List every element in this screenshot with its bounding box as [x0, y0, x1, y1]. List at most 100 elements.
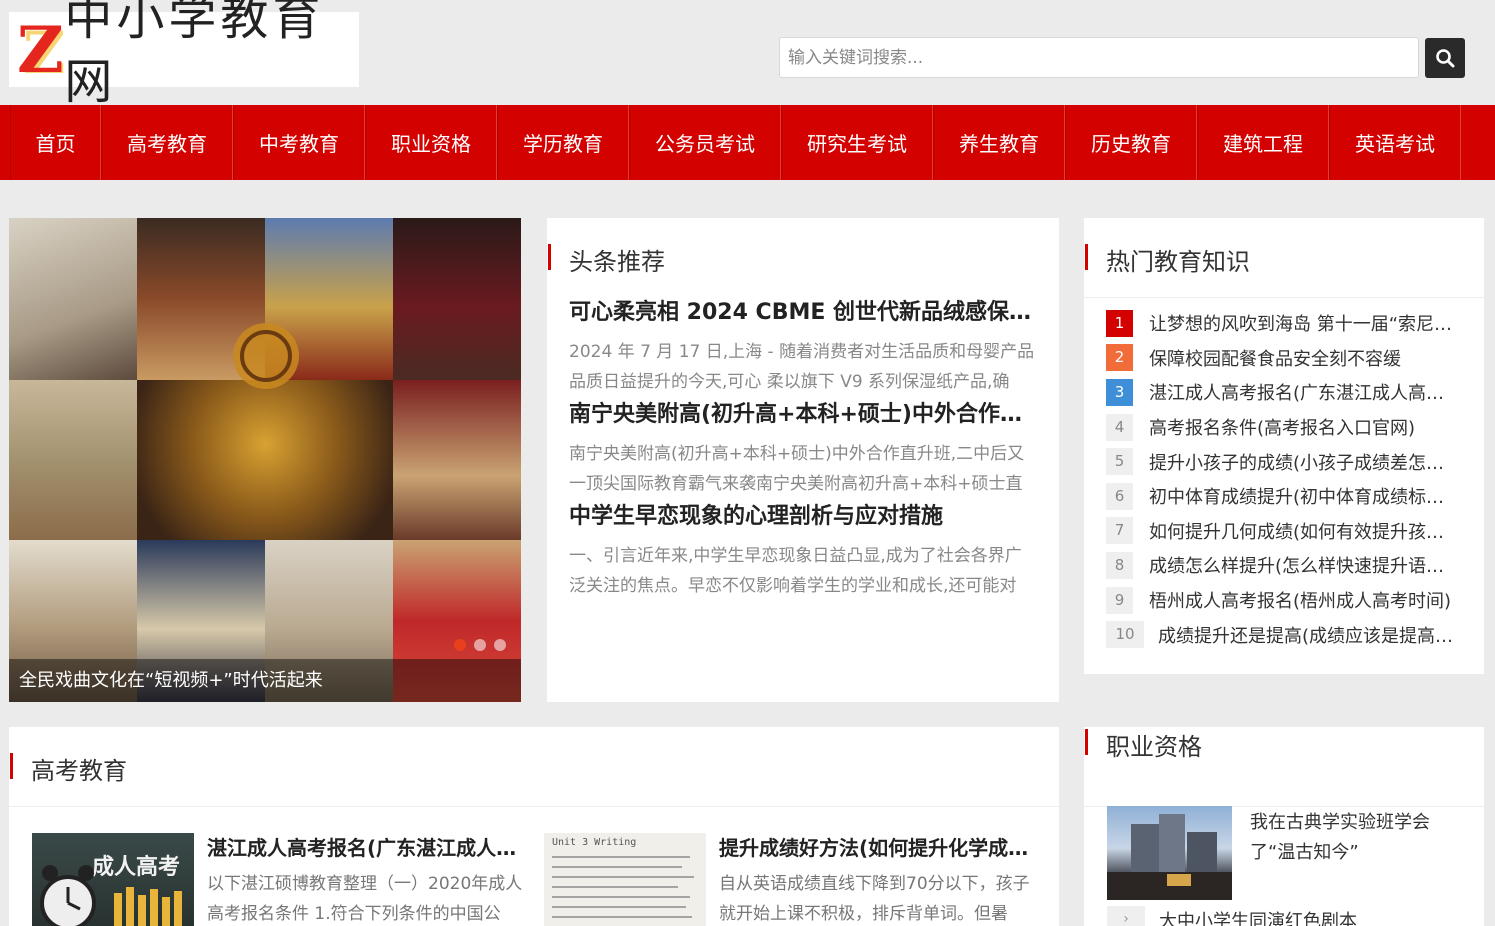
nav-item-gongwuyuan[interactable]: 公务员考试: [629, 105, 781, 180]
rank-badge: 3: [1106, 378, 1133, 406]
nav-item-zhiye[interactable]: 职业资格: [365, 105, 497, 180]
feature-thumbnail[interactable]: [1107, 806, 1232, 900]
hot-panel: 热门教育知识 1 让梦想的风吹到海岛 第十一届“索尼探梦” 2 保障校园配餐食品安全…: [1084, 218, 1484, 674]
slider-dot[interactable]: [474, 639, 486, 651]
search-button[interactable]: [1425, 38, 1465, 78]
logo-text: 中小学教育网: [64, 0, 325, 110]
rank-badge: 6: [1106, 482, 1133, 510]
hot-item[interactable]: 6 初中体育成绩提升(初中体育成绩标准表): [1106, 479, 1484, 514]
zhiye-list-link[interactable]: 大中小学生同演红色剧本: [1159, 907, 1357, 926]
slide-photo: [9, 380, 137, 540]
hot-item[interactable]: 9 梧州成人高考报名(梧州成人高考时间): [1106, 583, 1484, 618]
headline-title: 头条推荐: [548, 242, 1037, 277]
feature-link[interactable]: 我在古典学实验班学会了“温古知今”: [1250, 808, 1465, 868]
logo-letter: Z: [17, 12, 64, 88]
opera-seal-graphic: [233, 323, 299, 389]
chevron-right-icon: ›: [1107, 906, 1145, 926]
hot-list: 1 让梦想的风吹到海岛 第十一届“索尼探梦” 2 保障校园配餐食品安全刻不容缓 3湛…: [1084, 298, 1484, 652]
slide-photo: [393, 218, 521, 380]
headline-link[interactable]: 可心柔亮相 2024 CBME 创世代新品绒感保湿纸巾: [569, 295, 1037, 331]
nav-item-yangsheng[interactable]: 养生教育: [933, 105, 1065, 180]
article-card[interactable]: 成人高考 湛江成人高考报名(广东湛江成人高考报名 以下湛江硕博教育整理（一）20…: [32, 833, 532, 926]
zhiye-section: 职业资格 我在古典学实验班学会了“温古知今” › 大中小学生同演红色剧本: [1084, 727, 1484, 926]
slider-caption[interactable]: 全民戏曲文化在“短视频+”时代活起来: [9, 659, 521, 702]
hot-link[interactable]: 高考报名条件(高考报名入口官网): [1149, 414, 1461, 440]
rank-badge: 10: [1106, 621, 1144, 649]
headline-panel: 头条推荐 可心柔亮相 2024 CBME 创世代新品绒感保湿纸巾 2024 年 …: [547, 218, 1059, 702]
nav-item-home[interactable]: 首页: [10, 105, 101, 180]
hot-item[interactable]: 7 如何提升几何成绩(如何有效提升孩子的成绩: [1106, 514, 1484, 549]
zhiye-list-item[interactable]: › 大中小学生同演红色剧本: [1107, 906, 1357, 926]
nav-item-yingyu[interactable]: 英语考试: [1329, 105, 1461, 180]
rank-badge: 9: [1106, 586, 1133, 614]
hot-item[interactable]: 5 提升小孩子的成绩(小孩子成绩差怎么办): [1106, 444, 1484, 479]
rank-badge: 4: [1106, 413, 1133, 441]
building-graphic: [1107, 814, 1232, 900]
hot-link[interactable]: 初中体育成绩提升(初中体育成绩标准表): [1149, 483, 1461, 509]
hot-link[interactable]: 如何提升几何成绩(如何有效提升孩子的成绩: [1149, 518, 1461, 544]
gaokao-title: 高考教育: [10, 751, 1059, 786]
site-header: Z Z 中小学教育网: [0, 0, 1495, 110]
rank-badge: 1: [1106, 309, 1133, 337]
slide-photo: [9, 218, 137, 380]
slider-dot[interactable]: [454, 639, 466, 651]
hot-link[interactable]: 提升小孩子的成绩(小孩子成绩差怎么办): [1149, 449, 1461, 475]
headline-item: 南宁央美附高(初升高+本科+硕士)中外合作直升班 南宁央美附高(初升高+本科+硕…: [569, 397, 1037, 499]
hot-item[interactable]: 10 成绩提升还是提高(成绩应该是提高还是提升: [1106, 617, 1484, 652]
nav-item-yanjiusheng[interactable]: 研究生考试: [781, 105, 933, 180]
headline-summary: 一、引言近年来,中学生早恋现象日益凸显,成为了社会各界广泛关注的焦点。早恋不仅影…: [569, 546, 1022, 596]
headline-item: 中学生早恋现象的心理剖析与应对措施 一、引言近年来,中学生早恋现象日益凸显,成为…: [569, 499, 1037, 601]
rank-badge: 8: [1106, 551, 1133, 579]
search-box: [779, 37, 1419, 78]
hot-link[interactable]: 让梦想的风吹到海岛 第十一届“索尼探梦”: [1149, 310, 1461, 336]
hot-link[interactable]: 梧州成人高考报名(梧州成人高考时间): [1149, 587, 1461, 613]
hot-item[interactable]: 3 湛江成人高考报名(广东湛江成人高考报名: [1106, 375, 1484, 410]
thumbnail-text: 成人高考: [92, 855, 181, 880]
hot-title: 热门教育知识: [1085, 242, 1484, 277]
slider-dot[interactable]: [494, 639, 506, 651]
headline-link[interactable]: 南宁央美附高(初升高+本科+硕士)中外合作直升班: [569, 397, 1037, 433]
article-summary: 以下湛江硕博教育整理（一）2020年成人高考报名条件 1.符合下列条件的中国公: [207, 874, 523, 924]
hot-link[interactable]: 成绩提升还是提高(成绩应该是提高还是提升: [1158, 622, 1458, 648]
article-title[interactable]: 湛江成人高考报名(广东湛江成人高考报名: [207, 833, 517, 863]
hot-link[interactable]: 湛江成人高考报名(广东湛江成人高考报名: [1149, 379, 1461, 405]
headline-link[interactable]: 中学生早恋现象的心理剖析与应对措施: [569, 499, 1037, 535]
notebook-lines-graphic: [552, 856, 694, 918]
logo-mark: Z Z: [17, 12, 66, 88]
alarm-clock-icon: [40, 865, 96, 926]
nav-item-zhongkao[interactable]: 中考教育: [233, 105, 365, 180]
article-card[interactable]: Unit 3 Writing 提升成绩好方法(如何提升化学成绩) 自从英语成绩直…: [544, 833, 1049, 926]
site-logo[interactable]: Z Z 中小学教育网: [9, 0, 359, 110]
hot-item[interactable]: 8 成绩怎么样提升(怎么样快速提升语文成绩: [1106, 548, 1484, 583]
article-thumbnail[interactable]: 成人高考: [32, 833, 194, 926]
slider-dots: [454, 639, 506, 651]
nav-item-xueli[interactable]: 学历教育: [497, 105, 629, 180]
hot-link[interactable]: 保障校园配餐食品安全刻不容缓: [1149, 345, 1461, 371]
hot-link[interactable]: 成绩怎么样提升(怎么样快速提升语文成绩: [1149, 552, 1461, 578]
slide-photo: [137, 380, 393, 540]
nav-item-jianzhu[interactable]: 建筑工程: [1197, 105, 1329, 180]
slide-photo: [393, 380, 521, 540]
headline-summary: 南宁央美附高(初升高+本科+硕士)中外合作直升班,二中后又一顶尖国际教育霸气来袭…: [569, 444, 1025, 494]
article-thumbnail[interactable]: Unit 3 Writing: [544, 833, 706, 926]
hot-item[interactable]: 4 高考报名条件(高考报名入口官网): [1106, 410, 1484, 445]
hot-item[interactable]: 1 让梦想的风吹到海岛 第十一届“索尼探梦”: [1106, 306, 1484, 341]
gaokao-section: 高考教育 成人高考 湛江成人高考报名(广东湛江成人高考报名 以下湛江硕博教育整理…: [9, 727, 1059, 926]
nav-item-gaokao[interactable]: 高考教育: [101, 105, 233, 180]
rank-badge: 5: [1106, 448, 1133, 476]
hot-item[interactable]: 2 保障校园配餐食品安全刻不容缓: [1106, 341, 1484, 376]
headline-item: 可心柔亮相 2024 CBME 创世代新品绒感保湿纸巾 2024 年 7 月 1…: [569, 295, 1037, 397]
image-slider[interactable]: 全民戏曲文化在“短视频+”时代活起来: [9, 218, 521, 702]
pencils-icon: [114, 887, 182, 926]
rank-badge: 2: [1106, 344, 1133, 372]
headline-summary: 2024 年 7 月 17 日,上海 - 随着消费者对生活品质和母婴产品品质日益…: [569, 342, 1035, 392]
article-summary: 自从英语成绩直线下降到70分以下，孩子就开始上课不积极，排斥背单词。但暑: [719, 874, 1030, 924]
article-title[interactable]: 提升成绩好方法(如何提升化学成绩): [719, 833, 1029, 863]
main-nav: 首页 高考教育 中考教育 职业资格 学历教育 公务员考试 研究生考试 养生教育 …: [0, 105, 1495, 180]
zhiye-title: 职业资格: [1085, 727, 1484, 762]
nav-item-lishi[interactable]: 历史教育: [1065, 105, 1197, 180]
thumbnail-text: Unit 3 Writing: [552, 837, 637, 848]
search-icon: [1436, 49, 1455, 68]
search-input[interactable]: [780, 38, 1418, 77]
rank-badge: 7: [1106, 517, 1133, 545]
